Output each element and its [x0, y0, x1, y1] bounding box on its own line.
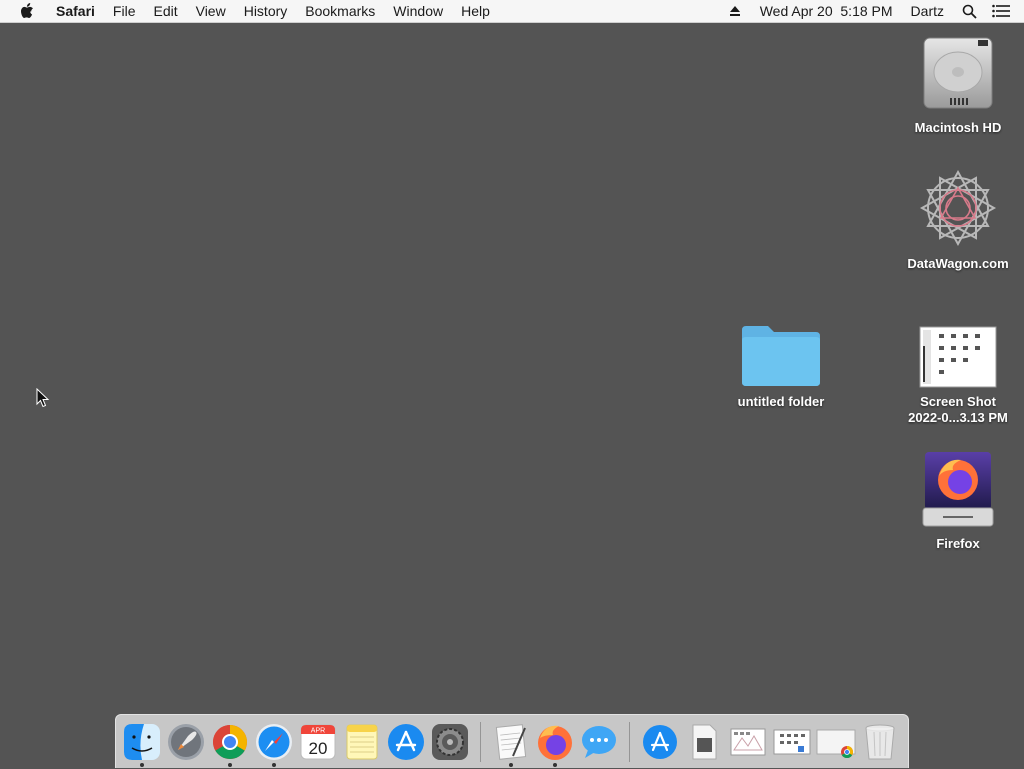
menubar-clock[interactable]: Wed Apr 20 5:18 PM — [751, 0, 902, 22]
notes-icon — [346, 724, 378, 759]
dock-item-safari[interactable] — [252, 715, 296, 769]
dock-item-screenshot-2[interactable] — [770, 715, 814, 769]
firefox-icon — [538, 725, 572, 760]
eject-icon[interactable] — [726, 2, 744, 20]
calendar-day: 20 — [309, 739, 328, 758]
dock-item-textedit[interactable] — [489, 715, 533, 769]
dock-item-trash[interactable] — [858, 715, 902, 769]
dock-item-app-store[interactable] — [384, 715, 428, 769]
finder-icon — [124, 723, 160, 760]
textedit-icon — [495, 723, 527, 760]
desktop-icon-firefox[interactable]: Firefox — [898, 446, 1018, 552]
spotlight-search-icon[interactable] — [960, 2, 978, 20]
dock-item-finder[interactable] — [120, 715, 164, 769]
dock-separator — [480, 721, 481, 762]
menu-help[interactable]: Help — [452, 0, 499, 22]
menu-view[interactable]: View — [187, 0, 235, 22]
dock-item-screenshot-1[interactable] — [726, 715, 770, 769]
desktop-icon-screen-shot[interactable]: Screen Shot 2022-0...3.13 PM — [898, 314, 1018, 426]
dock-item-notes[interactable] — [340, 715, 384, 769]
dock-item-chrome-file[interactable] — [814, 715, 858, 769]
running-indicator — [509, 762, 513, 767]
calendar-month: APR — [311, 727, 325, 734]
desktop-icon-label: Macintosh HD — [914, 120, 1002, 135]
mouse-cursor-icon — [36, 388, 50, 408]
notification-center-icon[interactable] — [992, 2, 1010, 20]
trash-icon — [865, 724, 895, 759]
screenshot-stack-icon — [730, 728, 766, 755]
menu-app-safari[interactable]: Safari — [52, 0, 104, 22]
desktop-icon-untitled-folder[interactable]: untitled folder — [721, 312, 841, 410]
dock-item-system-preferences[interactable] — [428, 715, 472, 769]
dock-item-launchpad[interactable] — [164, 715, 208, 769]
dock: APR 20 — [115, 714, 909, 768]
desktop-icon-label: untitled folder — [737, 394, 825, 409]
app-store-icon — [388, 723, 424, 760]
desktop-icon-macintosh-hd[interactable]: Macintosh HD — [898, 30, 1018, 136]
calendar-icon: APR 20 — [300, 724, 336, 759]
launchpad-icon — [168, 723, 204, 760]
dock-item-messages[interactable] — [577, 715, 621, 769]
menu-bar: Safari File Edit View History Bookmarks … — [0, 0, 1024, 23]
desktop-icon-datawagon[interactable]: DataWagon.com — [898, 166, 1018, 272]
dock-item-chrome[interactable] — [208, 715, 252, 769]
desktop-icon-label: Screen Shot 2022-0...3.13 PM — [908, 394, 1008, 425]
folder-icon — [721, 312, 841, 388]
network-volume-icon — [898, 166, 1018, 250]
chrome-icon — [213, 724, 247, 759]
running-indicator — [140, 762, 144, 767]
menu-file[interactable]: File — [104, 0, 145, 22]
dock-item-applications[interactable] — [638, 715, 682, 769]
menubar-user[interactable]: Dartz — [902, 0, 953, 22]
firefox-disk-image-icon — [898, 446, 1018, 530]
system-preferences-icon — [432, 723, 468, 760]
screenshot-stack-icon-2 — [773, 729, 811, 754]
dock-item-calendar[interactable]: APR 20 — [296, 715, 340, 769]
document-stack-icon — [692, 724, 717, 759]
apple-menu-icon[interactable] — [18, 2, 36, 20]
menu-edit[interactable]: Edit — [144, 0, 186, 22]
running-indicator — [272, 762, 276, 767]
dock-item-document[interactable] — [682, 715, 726, 769]
running-indicator — [228, 762, 232, 767]
safari-icon — [256, 723, 292, 760]
applications-folder-icon — [643, 724, 677, 759]
dock-item-firefox[interactable] — [533, 715, 577, 769]
dock-separator — [629, 721, 630, 762]
screenshot-file-icon — [898, 314, 1018, 388]
menu-bookmarks[interactable]: Bookmarks — [296, 0, 384, 22]
chrome-file-icon — [816, 729, 856, 758]
desktop-icon-label: Firefox — [936, 536, 980, 551]
hard-drive-icon — [898, 30, 1018, 114]
running-indicator — [553, 762, 557, 767]
desktop-icon-label: DataWagon.com — [907, 256, 1009, 271]
messages-icon — [582, 725, 616, 758]
menu-window[interactable]: Window — [384, 0, 452, 22]
menu-history[interactable]: History — [235, 0, 297, 22]
